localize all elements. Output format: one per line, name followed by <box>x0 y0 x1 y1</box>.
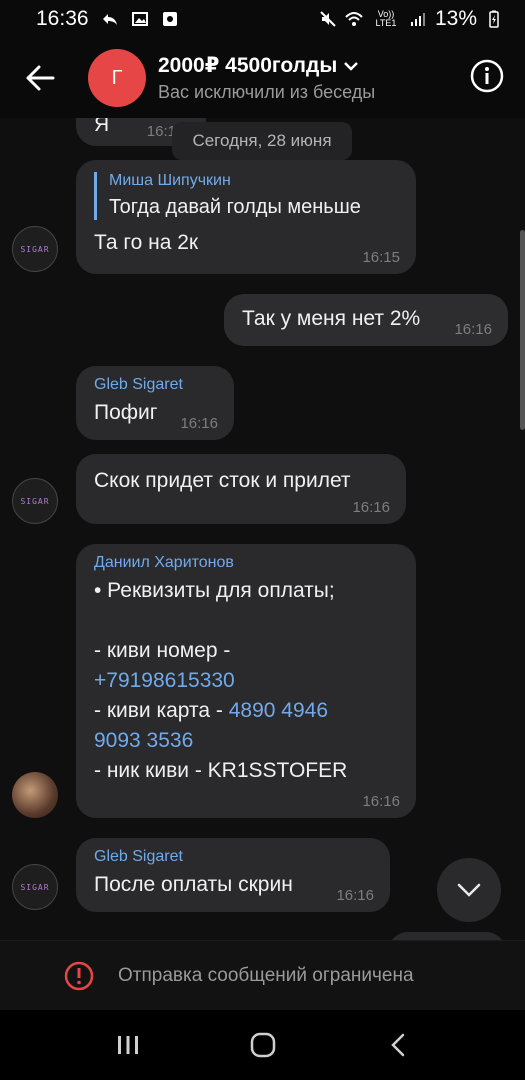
message-bubble[interactable]: Миша Шипучкин Тогда давай голды меньше Т… <box>76 160 416 274</box>
restriction-bar: Отправка сообщений ограничена <box>0 940 525 1010</box>
chat-avatar[interactable]: Г <box>88 49 146 107</box>
avatar[interactable]: SIGAR <box>12 864 58 910</box>
recent-apps-icon <box>117 1036 138 1054</box>
chevron-down-icon <box>344 61 359 71</box>
lte-label: Vo)) LTE1 <box>375 9 397 28</box>
reply-author: Миша Шипучкин <box>109 172 231 189</box>
chat-subtitle: Вас исключили из беседы <box>158 82 376 102</box>
reply-quote[interactable]: Миша Шипучкин Тогда давай голды меньше <box>94 172 398 220</box>
sender-name: Gleb Sigaret <box>94 848 183 865</box>
image-notification-icon <box>131 12 148 26</box>
phone-link[interactable]: +79198615330 <box>94 666 398 696</box>
wifi-icon <box>345 12 363 26</box>
message-time: 16:16 <box>362 793 400 810</box>
message-line: - киви номер - <box>94 639 231 662</box>
mute-icon <box>320 11 336 27</box>
message-line: - ник киви - KR1SSTOFER <box>94 759 348 782</box>
home-icon <box>250 1032 275 1058</box>
message-time: 16:16 <box>336 887 374 904</box>
chat-header: Г 2000₽ 4500голды Вас исключили из бесед… <box>0 38 525 118</box>
message-bubble-outgoing[interactable]: Так у меня нет 2% 16:16 <box>224 294 508 346</box>
card-link[interactable]: 4890 4946 <box>229 699 328 722</box>
battery-charging-icon <box>489 10 499 28</box>
message-line <box>94 606 398 636</box>
message-bubble[interactable]: Скок придет сток и прилет 16:16 <box>76 454 406 524</box>
avatar[interactable]: SIGAR <box>12 478 58 524</box>
scrollbar[interactable] <box>520 230 525 430</box>
message-time: 16:15 <box>362 249 400 266</box>
sender-name: Даниил Харитонов <box>94 554 234 571</box>
message-text: Я <box>94 118 110 136</box>
message-bubble[interactable]: Gleb Sigaret После оплаты скрин 16:16 <box>76 838 390 912</box>
message-line: • Реквизиты для оплаты; <box>94 579 335 602</box>
recent-apps-button[interactable] <box>98 1015 158 1075</box>
back-chevron-icon <box>390 1033 404 1057</box>
restriction-text: Отправка сообщений ограничена <box>118 964 414 986</box>
message-bubble-partial <box>388 932 506 940</box>
warning-icon <box>64 961 94 990</box>
chat-title: 2000₽ 4500голды <box>158 54 338 77</box>
sender-name: Gleb Sigaret <box>94 376 183 393</box>
message-text: Та го на 2к <box>94 231 199 254</box>
chevron-down-icon <box>457 883 481 897</box>
signal-icon <box>410 13 425 26</box>
avatar[interactable]: SIGAR <box>12 226 58 272</box>
status-bar: 16:36 Vo)) LTE1 13% <box>0 0 525 38</box>
card-link-continued[interactable]: 9093 3536 <box>94 726 398 756</box>
back-button[interactable] <box>0 38 80 118</box>
chat-title-block[interactable]: 2000₽ 4500голды Вас исключили из беседы <box>158 53 375 103</box>
scroll-down-button[interactable] <box>437 858 501 922</box>
reply-text: Тогда давай голды меньше <box>109 196 361 218</box>
message-time: 16:16 <box>454 321 492 338</box>
message-text: После оплаты скрин <box>94 873 293 896</box>
message-list[interactable]: Я 16:1 Сегодня, 28 июня SIGAR Миша Шипуч… <box>0 118 525 940</box>
reply-notification-icon <box>102 14 117 25</box>
system-nav-bar <box>0 1010 525 1080</box>
home-button[interactable] <box>233 1015 293 1075</box>
avatar[interactable] <box>12 772 58 818</box>
message-bubble[interactable]: Даниил Харитонов • Реквизиты для оплаты;… <box>76 544 416 818</box>
status-time: 16:36 <box>36 7 89 30</box>
message-time: 16:16 <box>180 415 218 432</box>
screenshot-notification-icon <box>162 12 177 26</box>
info-icon[interactable] <box>469 58 505 94</box>
message-text: Так у меня нет 2% <box>242 307 421 330</box>
message-time: 16:16 <box>352 499 390 516</box>
message-bubble[interactable]: Gleb Sigaret Пофиг 16:16 <box>76 366 234 440</box>
battery-percent: 13% <box>434 7 477 30</box>
date-divider: Сегодня, 28 июня <box>172 122 352 160</box>
arrow-back-icon <box>26 65 55 91</box>
message-line: - киви карта - 4890 4946 <box>94 699 329 722</box>
message-text: Скок придет сток и прилет <box>94 469 351 492</box>
back-nav-button[interactable] <box>368 1015 428 1075</box>
